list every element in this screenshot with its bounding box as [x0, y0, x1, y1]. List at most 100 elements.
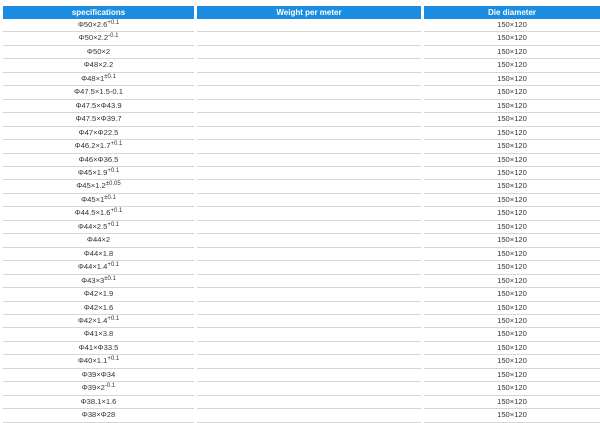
die-diameter-cell: 150×120 — [424, 140, 600, 154]
weight-cell — [197, 207, 421, 221]
table-row: Φ40×1.1+0.1 150×120 — [3, 355, 600, 369]
spec-cell: Φ41×3.8 — [3, 328, 194, 342]
spec-tolerance: +0.1 — [107, 356, 120, 363]
spec-tolerance: +0.1 — [107, 221, 120, 228]
spec-cell: Φ47×Φ22.5 — [3, 127, 194, 141]
table-header-row: specifications Weight per meter Die diam… — [3, 6, 600, 19]
table-row: Φ41×3.8 150×120 — [3, 328, 600, 342]
table-row: Φ46×Φ36.5 150×120 — [3, 154, 600, 167]
spec-value: Φ40×1.1 — [77, 356, 108, 366]
weight-cell — [197, 32, 421, 46]
spec-value: Φ41×3.8 — [83, 329, 114, 339]
die-diameter-cell: 150×120 — [424, 342, 600, 356]
spec-value: Φ45×1.9 — [77, 167, 108, 177]
spec-cell: Φ44.5×1.6+0.1 — [3, 207, 194, 221]
spec-tolerance: ±0.1 — [104, 275, 116, 282]
spec-value: Φ42×1.4 — [77, 315, 108, 325]
table-row: Φ45×1.2±0.05 150×120 — [3, 180, 600, 194]
spec-tolerance: +0.1 — [107, 167, 120, 174]
table-row: Φ50×2.6+0.1 150×120 — [3, 19, 600, 33]
spec-cell: Φ46.2×1.7+0.1 — [3, 140, 194, 154]
weight-cell — [197, 221, 421, 235]
die-diameter-cell: 150×120 — [424, 73, 600, 87]
header-specifications: specifications — [3, 6, 194, 19]
weight-cell — [197, 167, 421, 181]
weight-cell — [197, 113, 421, 127]
spec-value: Φ50×2 — [86, 46, 111, 56]
die-diameter-cell: 150×120 — [424, 328, 600, 342]
weight-cell — [197, 19, 421, 33]
weight-cell — [197, 127, 421, 141]
spec-tolerance: ±0.1 — [104, 73, 116, 80]
table-row: Φ47.5×Φ43.9 150×120 — [3, 100, 600, 114]
table-body: Φ50×2.6+0.1 150×120 Φ50×2.2-0.1 150×120 Φ50×… — [3, 19, 600, 423]
weight-cell — [197, 355, 421, 369]
weight-cell — [197, 46, 421, 60]
spec-tolerance: +0.1 — [107, 262, 120, 269]
table-row: Φ47×Φ22.5 150×120 — [3, 127, 600, 141]
table-row: Φ39×Φ34 150×120 — [3, 369, 600, 383]
header-die-diameter: Die diameter — [424, 6, 600, 19]
die-diameter-cell: 150×120 — [424, 167, 600, 181]
weight-cell — [197, 234, 421, 248]
spec-value: Φ50×2.2 — [78, 33, 109, 43]
spec-value: Φ42×1.6 — [83, 302, 114, 312]
die-diameter-cell: 150×120 — [424, 207, 600, 221]
spec-cell: Φ48×1±0.1 — [3, 73, 194, 87]
spec-cell: Φ48×2.2 — [3, 59, 194, 73]
table-row: Φ47.5×1.5-0.1 150×120 — [3, 86, 600, 100]
weight-cell — [197, 369, 421, 383]
spec-tolerance: ±0.1 — [104, 194, 116, 201]
weight-cell — [197, 86, 421, 100]
spec-value: Φ41×Φ33.5 — [78, 342, 119, 352]
spec-value: Φ38×Φ28 — [81, 410, 116, 420]
spec-cell: Φ44×2.5+0.1 — [3, 221, 194, 235]
table-row: Φ41×Φ33.5 150×120 — [3, 342, 600, 356]
spec-cell: Φ42×1.6 — [3, 302, 194, 315]
spec-cell: Φ40×1.1+0.1 — [3, 355, 194, 369]
spec-cell: Φ45×1±0.1 — [3, 194, 194, 208]
table-row: Φ42×1.6 150×120 — [3, 302, 600, 315]
spec-cell: Φ50×2.6+0.1 — [3, 19, 194, 33]
spec-cell: Φ42×1.9 — [3, 288, 194, 302]
table-row: Φ38.1×1.6 150×120 — [3, 396, 600, 410]
weight-cell — [197, 396, 421, 410]
spec-value: Φ44×1.4 — [77, 262, 108, 272]
spec-cell: Φ47.5×1.5-0.1 — [3, 86, 194, 100]
spec-cell: Φ44×2 — [3, 234, 194, 248]
spec-value: Φ44×2 — [86, 235, 111, 245]
weight-cell — [197, 275, 421, 289]
weight-cell — [197, 59, 421, 73]
table-row: Φ46.2×1.7+0.1 150×120 — [3, 140, 600, 154]
die-diameter-cell: 150×120 — [424, 382, 600, 396]
spec-cell: Φ43×3±0.1 — [3, 275, 194, 289]
table-row: Φ44×2.5+0.1 150×120 — [3, 221, 600, 235]
die-diameter-cell: 150×120 — [424, 154, 600, 167]
die-diameter-cell: 150×120 — [424, 19, 600, 33]
die-diameter-cell: 150×120 — [424, 234, 600, 248]
weight-cell — [197, 180, 421, 194]
spec-value: Φ44×2.5 — [77, 221, 108, 231]
spec-cell: Φ46×Φ36.5 — [3, 154, 194, 167]
weight-cell — [197, 315, 421, 329]
spec-cell: Φ44×1.4+0.1 — [3, 261, 194, 275]
die-diameter-cell: 150×120 — [424, 315, 600, 329]
spec-tolerance: ±0.05 — [105, 181, 121, 188]
spec-cell: Φ45×1.9+0.1 — [3, 167, 194, 181]
die-diameter-cell: 150×120 — [424, 396, 600, 410]
spec-value: Φ38.1×1.6 — [80, 396, 117, 406]
die-diameter-cell: 150×120 — [424, 369, 600, 383]
spec-value: Φ45×1.2 — [76, 181, 106, 191]
spec-tolerance: +0.1 — [107, 20, 120, 26]
die-diameter-cell: 150×120 — [424, 248, 600, 262]
spec-value: Φ47.5×1.5-0.1 — [74, 87, 123, 97]
spec-value: Φ47.5×Φ43.9 — [75, 100, 122, 110]
table-row: Φ44×1.8 150×120 — [3, 248, 600, 262]
table-row: Φ44×2 150×120 — [3, 234, 600, 248]
die-diameter-cell: 150×120 — [424, 46, 600, 60]
spec-tolerance: +0.1 — [107, 315, 120, 322]
spec-tolerance: +0.1 — [110, 208, 123, 215]
header-weight-per-meter: Weight per meter — [197, 6, 421, 19]
spec-value: Φ42×1.9 — [83, 289, 114, 299]
spec-value: Φ46.2×1.7 — [74, 141, 111, 151]
